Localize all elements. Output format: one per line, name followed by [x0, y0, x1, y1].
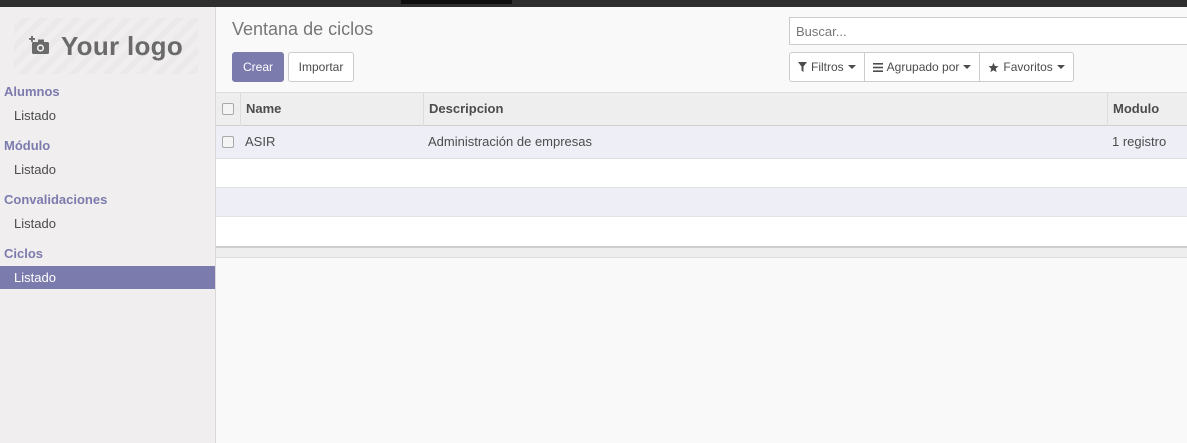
- table-footer: [216, 246, 1187, 258]
- list-table: Name Descripcion Modulo ASIR Administrac…: [216, 92, 1187, 247]
- menu-item-alumnos-listado[interactable]: Listado: [0, 104, 215, 127]
- table-header: Name Descripcion Modulo: [216, 92, 1187, 126]
- cell-name: ASIR: [245, 134, 276, 149]
- empty-table-row: [216, 188, 1187, 217]
- menu-item-modulo-listado[interactable]: Listado: [0, 158, 215, 181]
- table-row[interactable]: ASIR Administración de empresas 1 regist…: [216, 126, 1187, 159]
- empty-table-row: [216, 159, 1187, 188]
- favorites-button[interactable]: Favoritos: [980, 52, 1074, 82]
- import-button[interactable]: Importar: [288, 52, 354, 82]
- menu-section-alumnos: Alumnos: [4, 84, 60, 99]
- column-header-modulo[interactable]: Modulo: [1107, 93, 1187, 126]
- filter-icon: [798, 62, 807, 72]
- sidebar: Your logo Alumnos Listado Módulo Listado…: [0, 7, 216, 443]
- company-logo[interactable]: Your logo: [14, 18, 198, 74]
- menu-item-ciclos-listado[interactable]: Listado: [0, 266, 215, 289]
- search-options: Filtros Agrupado por Favoritos: [789, 52, 1074, 82]
- empty-table-row: [216, 217, 1187, 246]
- cell-descripcion: Administración de empresas: [428, 134, 593, 149]
- search-input[interactable]: [789, 17, 1187, 45]
- column-header-name[interactable]: Name: [240, 93, 423, 126]
- menu-section-modulo: Módulo: [4, 138, 51, 153]
- menu-section-convalidaciones: Convalidaciones: [4, 192, 108, 207]
- favorites-label: Favoritos: [1003, 60, 1053, 74]
- caret-down-icon: [847, 65, 856, 69]
- camera-plus-icon: [28, 35, 49, 54]
- filters-button[interactable]: Filtros: [789, 52, 865, 82]
- page-title: Ventana de ciclos: [232, 19, 374, 39]
- select-all-checkbox[interactable]: [222, 103, 234, 115]
- star-icon: [988, 62, 999, 72]
- row-checkbox[interactable]: [222, 136, 234, 148]
- filters-label: Filtros: [811, 60, 844, 74]
- column-header-descripcion[interactable]: Descripcion: [423, 93, 1107, 126]
- logo-text: Your logo: [60, 30, 184, 61]
- bars-icon: [872, 62, 883, 72]
- menu-section-ciclos: Ciclos: [4, 246, 44, 261]
- caret-down-icon: [963, 65, 972, 69]
- top-navbar-active-indicator: [401, 0, 512, 4]
- menu-item-convalidaciones-listado[interactable]: Listado: [0, 212, 215, 235]
- create-button[interactable]: Crear: [232, 52, 284, 82]
- top-navbar: [0, 0, 1187, 7]
- group-by-label: Agrupado por: [886, 60, 960, 74]
- cell-modulo: 1 registro: [1112, 134, 1167, 149]
- caret-down-icon: [1056, 65, 1065, 69]
- group-by-button[interactable]: Agrupado por: [864, 52, 981, 82]
